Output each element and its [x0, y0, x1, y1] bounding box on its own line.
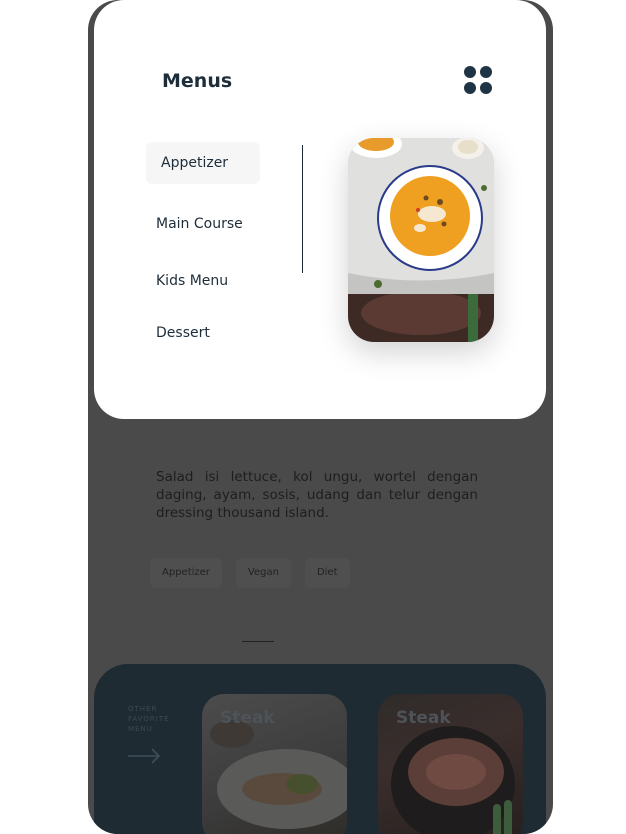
soup-image — [348, 138, 494, 342]
menu-panel: Menus Appetizer Main Course Kids Menu De… — [94, 0, 546, 419]
tag-appetizer[interactable]: Appetizer — [150, 558, 222, 588]
menu-item-kids-menu[interactable]: Kids Menu — [156, 271, 228, 291]
page-title: Menus — [162, 70, 233, 92]
menu-item-appetizer[interactable]: Appetizer — [146, 142, 260, 184]
arrow-right-icon[interactable] — [128, 748, 162, 764]
favorite-card-title: Steak — [396, 708, 451, 728]
favorite-card-steak-2[interactable]: Steak — [378, 694, 523, 834]
tag-vegan[interactable]: Vegan — [235, 558, 291, 588]
grid-dot — [464, 66, 476, 78]
divider — [242, 641, 274, 642]
favorites-label: OTHER FAVORITE MENU — [128, 705, 170, 733]
tag-list: Appetizer Vegan Diet — [150, 558, 350, 588]
tag-diet[interactable]: Diet — [304, 558, 350, 588]
menu-description: Salad isi lettuce, kol ungu, wortel deng… — [156, 469, 478, 521]
grid-dot — [480, 66, 492, 78]
grid-dot — [480, 82, 492, 94]
favorites-section: OTHER FAVORITE MENU Steak Steak — [94, 664, 546, 834]
grid-dot — [464, 82, 476, 94]
favorite-card-title: Steak — [220, 708, 275, 728]
menu-item-main-course[interactable]: Main Course — [156, 214, 243, 234]
favorite-card-steak-1[interactable]: Steak — [202, 694, 347, 834]
menu-item-dessert[interactable]: Dessert — [156, 323, 210, 343]
menu-divider — [302, 145, 303, 273]
food-preview-image[interactable] — [348, 138, 494, 342]
grid-menu-icon[interactable] — [464, 66, 492, 94]
